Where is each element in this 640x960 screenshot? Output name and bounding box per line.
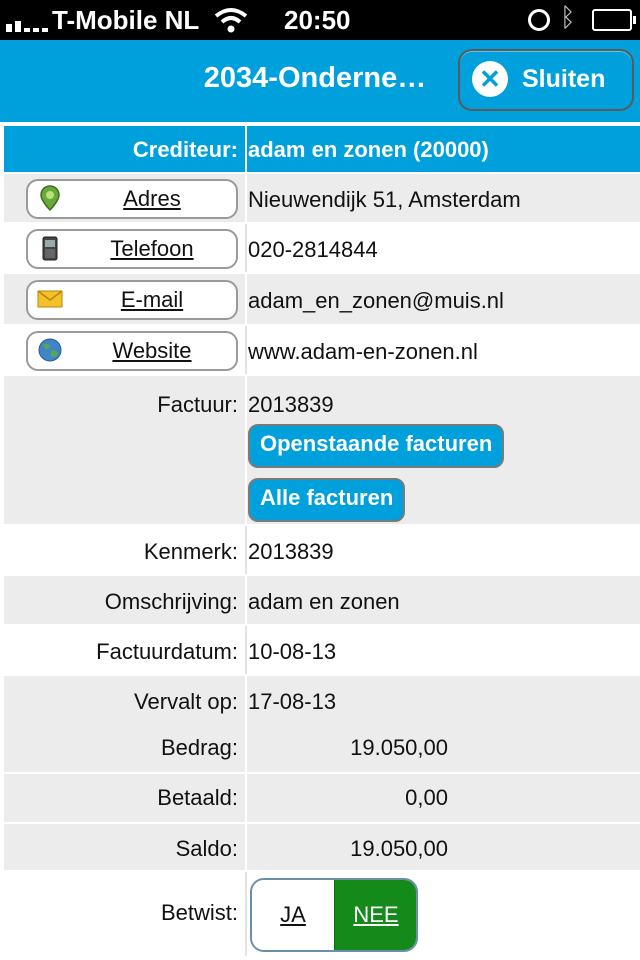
close-button-label: Sluiten (522, 65, 606, 93)
map-pin-icon (40, 185, 60, 212)
close-button[interactable]: ✕ Sluiten (458, 49, 634, 111)
clock-time: 20:50 (284, 5, 351, 35)
open-invoices-button[interactable]: Openstaande facturen (248, 424, 505, 468)
invoice-detail: Crediteur: adam en zonen (20000) Adres N… (0, 122, 640, 960)
saldo-row: Saldo: 19.050,00 (4, 824, 640, 870)
envelope-icon (37, 290, 63, 308)
factuurdatum-row: Factuurdatum: 10-08-13 (4, 626, 640, 674)
all-invoices-button[interactable]: Alle facturen (248, 478, 406, 522)
omschrijving-label: Omschrijving: (104, 589, 238, 614)
carrier-name: T-Mobile NL (52, 5, 200, 35)
saldo-label: Saldo: (175, 836, 238, 861)
status-bar: T-Mobile NL 20:50 ᛒ (0, 0, 640, 40)
email-value: adam_en_zonen@muis.nl (248, 288, 504, 313)
website-row: Website www.adam-en-zonen.nl (4, 326, 640, 374)
betwist-toggle: JA NEE (250, 878, 418, 952)
kenmerk-value: 2013839 (248, 539, 334, 564)
close-icon: ✕ (472, 61, 508, 97)
email-button-label: E-mail (120, 287, 184, 312)
globe-icon (38, 338, 62, 362)
bedrag-label: Bedrag: (160, 735, 238, 760)
email-row: E-mail adam_en_zonen@muis.nl (4, 274, 640, 324)
betaald-value: 0,00 (405, 785, 448, 810)
factuur-row: Factuur: 2013839 Openstaande facturen Al… (4, 376, 640, 524)
alarm-icon (528, 9, 550, 31)
factuur-value: 2013839 (248, 392, 334, 417)
address-button[interactable]: Adres (26, 179, 238, 219)
saldo-value: 19.050,00 (350, 836, 448, 861)
vervalt-value: 17-08-13 (248, 689, 337, 714)
bluetooth-icon: ᛒ (560, 2, 576, 32)
phone-row: Telefoon 020-2814844 (4, 224, 640, 272)
betwist-row: Betwist: JA NEE (4, 872, 640, 956)
page-title: 2034-Onderne… (203, 62, 427, 94)
phone-button[interactable]: Telefoon (26, 229, 238, 269)
factuurdatum-label: Factuurdatum: (96, 639, 238, 664)
address-button-label: Adres (123, 186, 181, 211)
phone-icon (42, 236, 58, 261)
kenmerk-label: Kenmerk: (143, 539, 238, 564)
creditor-value: adam en zonen (20000) (248, 137, 489, 162)
creditor-header-row: Crediteur: adam en zonen (20000) (4, 126, 640, 172)
nav-bar: 2034-Onderne… ✕ Sluiten (0, 40, 640, 123)
kenmerk-row: Kenmerk: 2013839 (4, 526, 640, 574)
omschrijving-value: adam en zonen (248, 589, 400, 614)
address-value: Nieuwendijk 51, Amsterdam (248, 187, 521, 212)
bedrag-value: 19.050,00 (350, 735, 448, 760)
betwist-yes-option[interactable]: JA (252, 880, 334, 950)
creditor-label: Crediteur: (132, 137, 238, 162)
phone-value: 020-2814844 (248, 237, 378, 262)
signal-icon (6, 10, 50, 32)
factuur-label: Factuur: (157, 392, 238, 417)
wifi-icon (214, 8, 248, 33)
website-value: www.adam-en-zonen.nl (248, 339, 478, 364)
betaald-row: Betaald: 0,00 (4, 774, 640, 822)
battery-icon (592, 9, 636, 31)
betwist-no-option[interactable]: NEE (334, 880, 416, 950)
omschrijving-row: Omschrijving: adam en zonen (4, 576, 640, 624)
website-button-label: Website (112, 338, 192, 363)
phone-button-label: Telefoon (110, 236, 194, 261)
website-button[interactable]: Website (26, 331, 238, 371)
address-row: Adres Nieuwendijk 51, Amsterdam (4, 174, 640, 222)
betaald-label: Betaald: (157, 785, 238, 810)
vervalt-label: Vervalt op: (134, 689, 238, 714)
betwist-label: Betwist: (160, 900, 238, 925)
bedrag-row: Bedrag: 19.050,00 (4, 724, 640, 772)
factuurdatum-value: 10-08-13 (248, 639, 337, 664)
vervalt-row: Vervalt op: 17-08-13 (4, 676, 640, 724)
email-button[interactable]: E-mail (26, 280, 238, 320)
